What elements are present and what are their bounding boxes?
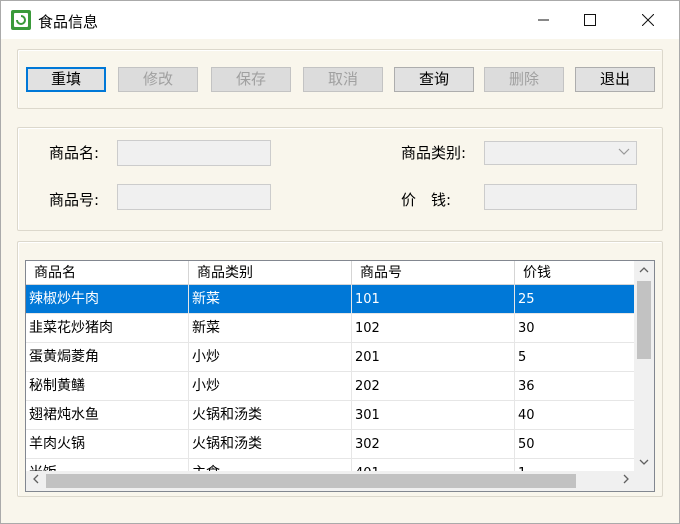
product-name-input[interactable] [117, 140, 271, 166]
table-row[interactable]: 秘制黄鳝 小炒 202 36 [26, 372, 636, 401]
price-input[interactable] [484, 184, 637, 210]
table-cell: 韭菜花炒猪肉 [26, 314, 189, 343]
chevron-down-icon [618, 145, 630, 160]
horizontal-scroll-thumb[interactable] [46, 474, 576, 488]
table-cell: 202 [352, 372, 515, 401]
vertical-scrollbar[interactable] [634, 261, 654, 473]
table-row[interactable]: 翅裙炖水鱼 火锅和汤类 301 40 [26, 401, 636, 430]
table-cell: 36 [518, 379, 535, 394]
horizontal-scrollbar[interactable] [26, 471, 636, 491]
modify-button[interactable]: 修改 [118, 67, 198, 92]
table-cell: 羊肉火锅 [26, 430, 189, 459]
close-icon[interactable] [625, 1, 671, 39]
table-cell: 小炒 [189, 372, 352, 401]
table-cell: 101 [352, 285, 515, 314]
reset-button[interactable]: 重填 [26, 67, 106, 92]
category-select[interactable] [484, 141, 637, 165]
table-cell: 25 [518, 292, 535, 307]
column-header-name[interactable]: 商品名 [26, 261, 189, 285]
product-code-input[interactable] [117, 184, 271, 210]
scrollbar-corner [634, 471, 654, 491]
scroll-up-icon[interactable] [634, 261, 654, 281]
minimize-icon[interactable] [521, 1, 567, 39]
scroll-down-icon[interactable] [634, 453, 654, 473]
main-window: 食品信息 重填 修改 保存 取消 查询 删除 退出 商品名: 商品类别: 商品号… [0, 0, 680, 524]
table-cell: 火锅和汤类 [189, 430, 352, 459]
table-cell: 301 [352, 401, 515, 430]
scroll-right-icon[interactable] [616, 471, 636, 491]
product-name-label: 商品名: [49, 144, 100, 162]
table-row[interactable]: 韭菜花炒猪肉 新菜 102 30 [26, 314, 636, 343]
grid-body: 辣椒炒牛肉 新菜 101 25 韭菜花炒猪肉 新菜 102 30 蛋黄焗菱角 小炒 201 5 秘制黄鳝… [26, 285, 636, 488]
table-cell: 50 [518, 437, 535, 452]
scroll-left-icon[interactable] [26, 471, 46, 491]
save-button[interactable]: 保存 [211, 67, 291, 92]
table-cell: 火锅和汤类 [189, 401, 352, 430]
table-cell: 新菜 [189, 285, 352, 314]
category-label: 商品类别: [401, 144, 467, 162]
table-cell: 40 [518, 408, 535, 423]
product-grid[interactable]: 商品名 商品类别 商品号 价钱 辣椒炒牛肉 新菜 101 25 韭菜花炒猪肉 新菜 102 3… [25, 260, 655, 492]
table-cell: 5 [518, 350, 527, 365]
table-cell: 102 [352, 314, 515, 343]
exit-button[interactable]: 退出 [575, 67, 655, 92]
query-button[interactable]: 查询 [394, 67, 474, 92]
table-cell: 翅裙炖水鱼 [26, 401, 189, 430]
table-cell: 秘制黄鳝 [26, 372, 189, 401]
maximize-icon[interactable] [567, 1, 613, 39]
column-header-code[interactable]: 商品号 [352, 261, 515, 285]
table-row[interactable]: 蛋黄焗菱角 小炒 201 5 [26, 343, 636, 372]
table-cell: 302 [352, 430, 515, 459]
price-label: 价 钱: [401, 191, 452, 209]
cancel-button[interactable]: 取消 [303, 67, 383, 92]
table-row[interactable]: 羊肉火锅 火锅和汤类 302 50 [26, 430, 636, 459]
window-title: 食品信息 [38, 13, 99, 31]
table-row[interactable]: 辣椒炒牛肉 新菜 101 25 [26, 285, 636, 314]
app-icon [11, 10, 31, 30]
title-bar[interactable]: 食品信息 [1, 1, 679, 39]
table-cell: 辣椒炒牛肉 [26, 285, 189, 314]
table-cell: 30 [518, 321, 535, 336]
table-cell: 小炒 [189, 343, 352, 372]
vertical-scroll-thumb[interactable] [637, 281, 651, 359]
table-cell: 蛋黄焗菱角 [26, 343, 189, 372]
table-cell: 新菜 [189, 314, 352, 343]
column-header-price[interactable]: 价钱 [515, 261, 636, 285]
grid-header: 商品名 商品类别 商品号 价钱 [26, 261, 636, 285]
column-header-category[interactable]: 商品类别 [189, 261, 352, 285]
product-code-label: 商品号: [49, 191, 100, 209]
table-cell: 201 [352, 343, 515, 372]
delete-button[interactable]: 删除 [484, 67, 564, 92]
